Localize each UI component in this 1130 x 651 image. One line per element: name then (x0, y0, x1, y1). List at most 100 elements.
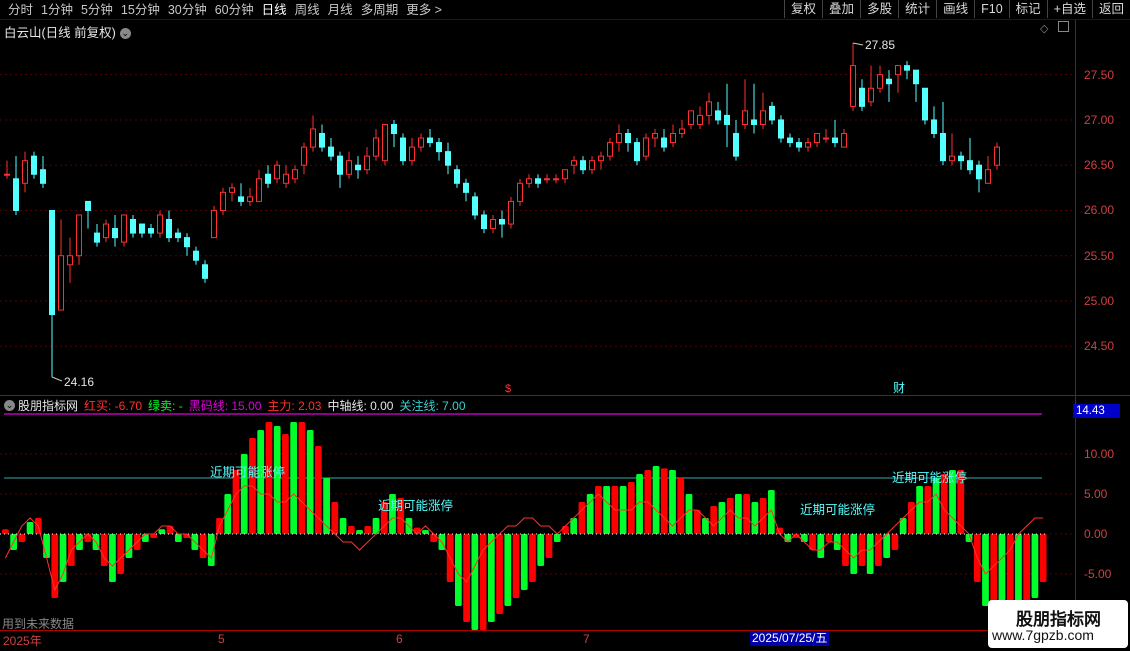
indicator-bar (932, 478, 940, 534)
function-button[interactable]: 复权 (784, 0, 822, 18)
period-tab[interactable]: 1分钟 (37, 2, 77, 18)
indicator-bar (273, 426, 281, 534)
date-month-5: 5 (218, 632, 225, 646)
period-tab[interactable]: 多周期 (357, 2, 403, 18)
candle-body (112, 228, 118, 239)
candle-body (391, 123, 397, 135)
candle-body (976, 164, 982, 180)
candle-body (175, 232, 181, 239)
indicator-bar (850, 534, 858, 574)
indicator-bar (751, 502, 759, 534)
function-button[interactable]: 返回 (1091, 0, 1130, 18)
candle-body (355, 164, 361, 171)
candle-body (895, 65, 901, 76)
period-tab[interactable]: 周线 (291, 2, 324, 18)
function-button[interactable]: 叠加 (822, 0, 860, 18)
candle-body (490, 219, 496, 230)
candle-body (733, 133, 739, 157)
candle-body (643, 137, 649, 157)
indicator-bar (496, 534, 503, 614)
candle-body (850, 65, 856, 107)
candle-body (553, 178, 559, 181)
candle-body (211, 209, 217, 239)
period-tab[interactable]: 日线 (258, 2, 291, 18)
candle-body (697, 114, 703, 125)
dividend-marker[interactable]: $ (505, 383, 511, 395)
candle-body (274, 164, 280, 180)
candle-body (184, 237, 190, 248)
candle-body (31, 155, 37, 175)
period-tab[interactable]: 15分钟 (117, 2, 164, 18)
candle-body (940, 133, 946, 162)
candle-body (130, 219, 136, 234)
candle-body (445, 151, 451, 166)
period-tab[interactable]: 5分钟 (77, 2, 117, 18)
period-tab[interactable]: 30分钟 (164, 2, 211, 18)
indicator-bar (306, 430, 314, 534)
indicator-bar (422, 530, 429, 534)
finance-marker[interactable]: 财 (893, 381, 905, 395)
candle-body (310, 128, 316, 148)
candle-body (751, 119, 757, 125)
candle-body (400, 137, 406, 162)
candle-body (283, 173, 289, 184)
candle-body (958, 155, 964, 162)
candle-body (805, 142, 811, 148)
indicator-bar (2, 529, 9, 534)
high-price-label: 27.85 (865, 38, 895, 52)
candle-body (418, 137, 424, 148)
candle-body (589, 160, 595, 171)
indicator-bar (545, 534, 553, 558)
limit-up-annotation: 近期可能涨停 (210, 464, 285, 479)
candle-body (598, 155, 604, 162)
candle-body (616, 133, 622, 144)
period-tab[interactable]: 60分钟 (211, 2, 258, 18)
candle-body (742, 110, 748, 125)
indicator-bar (891, 534, 899, 550)
indicator-bar (1031, 534, 1039, 598)
candle-body (913, 69, 919, 85)
indicator-tick: 10.00 (1084, 447, 1115, 461)
indicator-bar (43, 534, 50, 558)
function-button[interactable]: 标记 (1008, 0, 1047, 18)
candle-body (544, 178, 550, 181)
candlestick-chart[interactable]: 27.85 24.16 $ 财 (0, 20, 1075, 396)
function-button[interactable]: +自选 (1046, 0, 1092, 18)
date-month-7: 7 (583, 632, 590, 646)
watermark-url: www.7gpzb.com (992, 627, 1094, 643)
indicator-bar (26, 522, 34, 534)
limit-up-annotation: 近期可能涨停 (800, 502, 875, 517)
period-tab[interactable]: 更多 > (402, 2, 446, 18)
indicator-menu-icon[interactable]: ⌄ (4, 399, 15, 411)
indicator-bar (100, 534, 108, 566)
period-tab[interactable]: 月线 (324, 2, 357, 18)
candle-body (166, 219, 172, 239)
price-tick: 26.50 (1084, 158, 1115, 173)
indicator-bar (529, 534, 536, 582)
indicator-bar (735, 494, 742, 534)
indicator-chart[interactable]: 近期可能涨停近期可能涨停 近期可能涨停近期可能涨停 (0, 412, 1075, 630)
date-axis (0, 630, 1075, 651)
indicator-tick: 5.00 (1084, 487, 1108, 501)
function-button[interactable]: 多股 (860, 0, 898, 18)
period-tab[interactable]: 分时 (4, 2, 37, 18)
indicator-tick: -5.00 (1084, 567, 1112, 581)
main-force-value: 主力: 2.03 (267, 398, 322, 413)
candle-body (571, 160, 577, 166)
indicator-header: ⌄ 股朋指标网 红买: -6.70 绿卖: - 黑码线: 15.00 主力: 2… (0, 397, 472, 413)
candle-body (256, 178, 262, 202)
indicator-bar (18, 534, 26, 542)
indicator-bar (512, 534, 520, 598)
candle-body (877, 74, 883, 89)
black-horse-value: 黑码线: 15.00 (188, 398, 262, 413)
candle-body (526, 178, 532, 184)
indicator-bar (907, 502, 915, 534)
function-button[interactable]: 画线 (936, 0, 974, 18)
candle-body (625, 133, 631, 144)
function-button[interactable]: 统计 (898, 0, 936, 18)
function-button[interactable]: F10 (974, 0, 1009, 18)
indicator-bar (726, 498, 734, 534)
price-tick: 25.00 (1084, 293, 1115, 308)
candle-body (652, 133, 658, 139)
indicator-bar (800, 534, 808, 542)
